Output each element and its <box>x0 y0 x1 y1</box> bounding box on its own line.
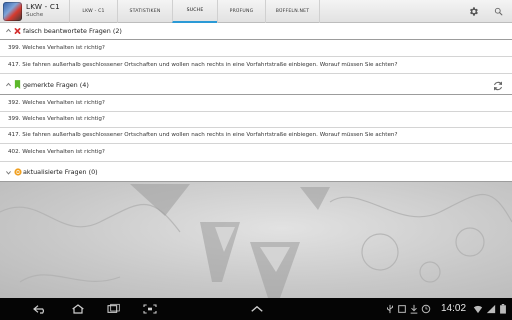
list-item[interactable]: 402. Welches Verhalten ist richtig? <box>0 144 512 162</box>
tab-pruefung[interactable]: PRÜFUNG <box>217 0 265 23</box>
home-button[interactable] <box>70 302 86 316</box>
battery-icon <box>500 304 506 314</box>
tab-label: STATISTIKEN <box>129 9 161 14</box>
section-header-aktualisiert[interactable]: aktualisierte Fragen (0) <box>0 163 512 182</box>
list-item[interactable]: 399. Welches Verhalten ist richtig? <box>0 112 512 128</box>
screenshot-button[interactable] <box>142 302 158 316</box>
wallpaper-background <box>0 182 512 298</box>
green-bookmark-icon <box>14 80 21 89</box>
question-text: 417. Sie fahren außerhalb geschlossener … <box>8 132 398 138</box>
tab-label: BÜFFELN.NET <box>275 9 310 14</box>
section-header-falsch[interactable]: falsch beantwortete Fragen (2) <box>0 23 512 40</box>
question-text: 392. Welches Verhalten ist richtig? <box>8 100 105 106</box>
tab-label: PRÜFUNG <box>229 9 254 14</box>
system-navigation-bar: 14:02 <box>0 298 512 320</box>
download-icon <box>410 304 418 314</box>
wifi-icon <box>473 305 483 314</box>
section-title: gemerkte Fragen (4) <box>23 81 89 89</box>
usb-icon <box>387 304 393 314</box>
recent-apps-button[interactable] <box>106 302 122 316</box>
list-item[interactable]: 417. Sie fahren außerhalb geschlossener … <box>0 58 512 74</box>
section-header-gemerkt[interactable]: gemerkte Fragen (4) <box>0 76 512 95</box>
tab-bar: LKW - C1 STATISTIKEN SUCHE PRÜFUNG BÜFFE… <box>69 0 320 23</box>
tab-suche[interactable]: SUCHE <box>172 0 217 23</box>
clock-alarm-icon <box>421 304 431 314</box>
chevron-down-icon[interactable] <box>5 169 12 176</box>
question-list: falsch beantwortete Fragen (2) 399. Welc… <box>0 23 512 182</box>
chevron-up-icon[interactable] <box>5 81 12 88</box>
section-title: falsch beantwortete Fragen (2) <box>23 27 122 35</box>
notification-icon <box>398 305 406 313</box>
tab-lkw-c1[interactable]: LKW - C1 <box>69 0 117 23</box>
search-icon[interactable] <box>491 4 506 19</box>
chevron-up-icon[interactable] <box>5 27 12 34</box>
orange-refresh-icon <box>14 168 22 176</box>
chevron-up-icon[interactable] <box>248 302 266 316</box>
question-text: 399. Welches Verhalten ist richtig? <box>8 45 105 51</box>
list-item[interactable]: 392. Welches Verhalten ist richtig? <box>0 96 512 112</box>
list-item[interactable]: 417. Sie fahren außerhalb geschlossener … <box>0 128 512 144</box>
back-button[interactable] <box>32 302 48 316</box>
section-title: aktualisierte Fragen (0) <box>23 168 98 176</box>
question-text: 399. Welches Verhalten ist richtig? <box>8 116 105 122</box>
settings-gear-icon[interactable] <box>466 4 481 19</box>
tab-label: SUCHE <box>186 8 204 13</box>
refresh-icon[interactable] <box>492 80 504 92</box>
tab-label: LKW - C1 <box>82 9 105 14</box>
status-clock: 14:02 <box>441 303 467 314</box>
red-x-icon <box>14 28 21 34</box>
app-logo-icon[interactable] <box>3 2 22 21</box>
action-bar: LKW - C1 Suche LKW - C1 STATISTIKEN SUCH… <box>0 0 512 23</box>
tab-bueffeln-net[interactable]: BÜFFELN.NET <box>265 0 320 23</box>
app-title: LKW - C1 <box>26 2 60 11</box>
tab-statistiken[interactable]: STATISTIKEN <box>117 0 172 23</box>
question-text: 417. Sie fahren außerhalb geschlossener … <box>8 62 398 68</box>
question-text: 402. Welches Verhalten ist richtig? <box>8 149 105 155</box>
list-item[interactable]: 399. Welches Verhalten ist richtig? <box>0 41 512 57</box>
signal-icon <box>486 304 496 314</box>
app-subtitle: Suche <box>26 12 44 18</box>
decorative-pattern <box>0 184 512 298</box>
